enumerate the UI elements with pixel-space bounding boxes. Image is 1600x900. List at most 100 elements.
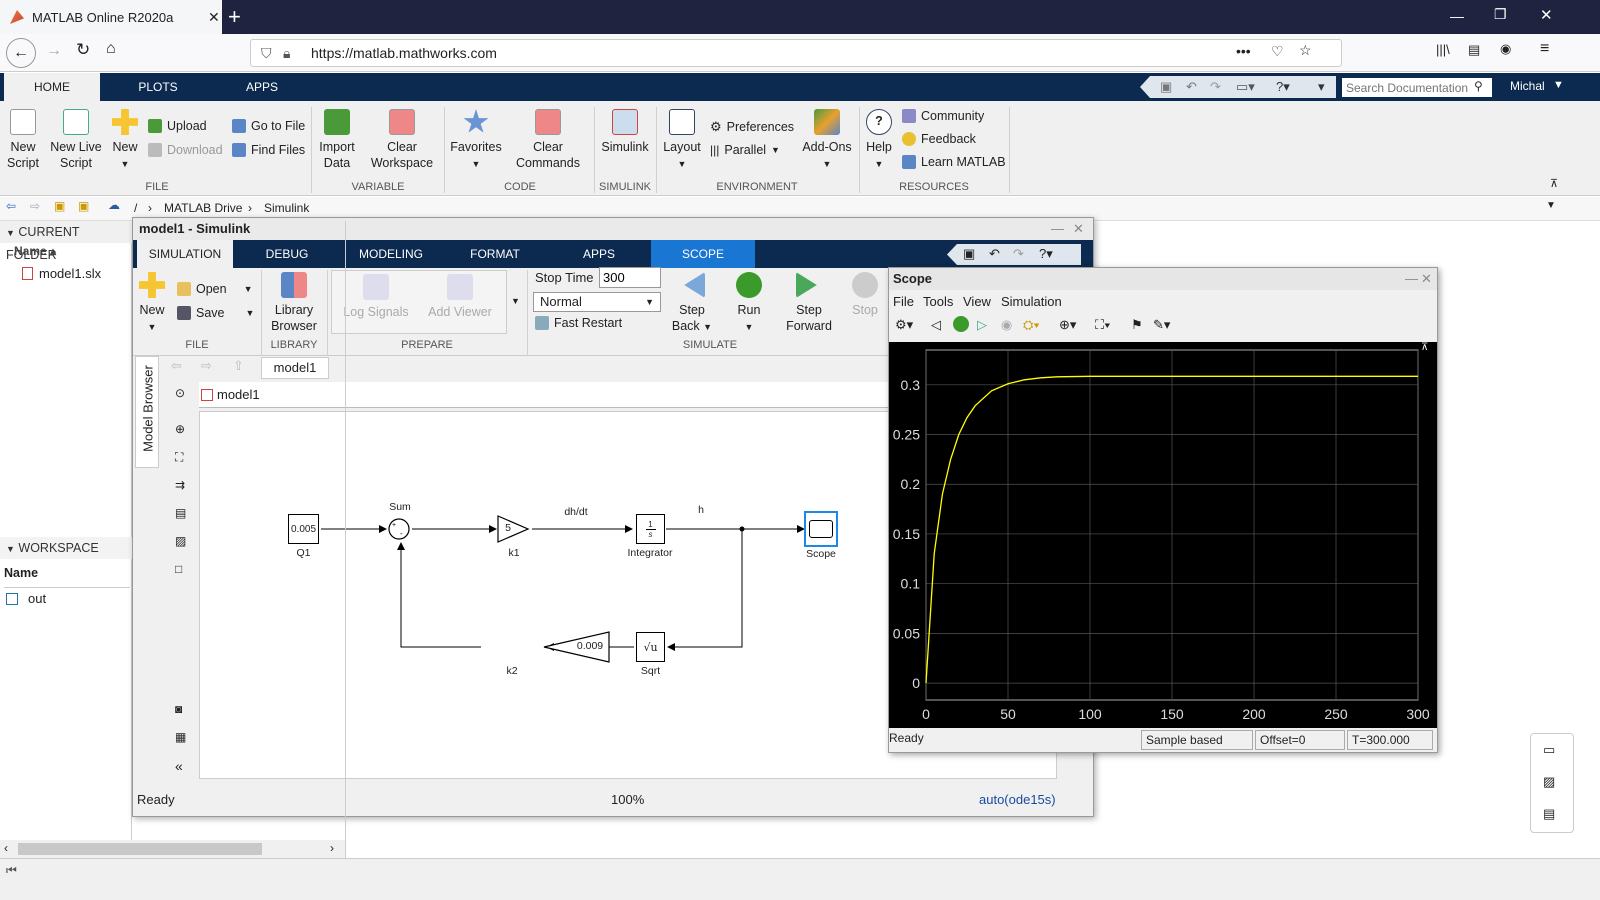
tab-home[interactable]: HOME xyxy=(4,73,100,101)
menu-file[interactable]: File xyxy=(893,294,914,309)
community-button[interactable]: Community xyxy=(902,109,984,123)
help-icon[interactable]: ?▾ xyxy=(1276,79,1290,95)
hide-show-explorer-icon[interactable]: ⊙ xyxy=(175,386,185,400)
path-matlab-drive[interactable]: MATLAB Drive xyxy=(164,201,242,215)
workspace-header[interactable]: ▼ WORKSPACE xyxy=(0,537,132,559)
menu-icon[interactable]: ≡ xyxy=(1540,40,1549,58)
forward-arrow-icon[interactable]: ⇨ xyxy=(30,199,40,213)
add-ons-button[interactable]: Add-Ons ▼ xyxy=(800,109,854,172)
sidebar-icon[interactable]: ▤ xyxy=(1468,42,1480,58)
undock-icon[interactable]: ⊼ xyxy=(1421,342,1428,353)
property-inspector-icon[interactable]: ▦ xyxy=(175,730,186,744)
download-button[interactable]: Download xyxy=(148,143,223,157)
name-column-header[interactable]: Name ▴ xyxy=(14,244,56,258)
back-icon[interactable]: ← xyxy=(6,38,36,68)
minimize-icon[interactable]: — xyxy=(1405,268,1418,290)
redo-icon[interactable]: ↷ xyxy=(1013,246,1024,262)
autoscale-icon[interactable]: ⛶▾ xyxy=(1095,317,1110,333)
close-icon[interactable]: ✕ xyxy=(1073,218,1084,240)
model-path[interactable]: model1 xyxy=(217,387,260,402)
tab-close-icon[interactable]: ✕ xyxy=(208,9,220,26)
scope-plot[interactable]: 0 50 100 150 200 250 300 0 0.05 0.1 0.15 0.2 0.25 0.3… xyxy=(889,342,1437,728)
k2-value[interactable]: 0.009 xyxy=(570,640,610,652)
gallery-expand-icon[interactable]: ▼ xyxy=(511,296,520,306)
undo-icon[interactable]: ↶ xyxy=(989,246,1000,262)
layout-panel-icon[interactable]: ▤ xyxy=(1543,806,1555,822)
annotation-icon[interactable]: ▤ xyxy=(175,506,186,520)
collapse-ribbon-icon[interactable]: ⊼ xyxy=(1550,177,1558,190)
new-button[interactable]: New ▼ xyxy=(110,109,140,172)
path-simulink[interactable]: Simulink xyxy=(264,201,309,215)
sqrt-block[interactable]: √u xyxy=(636,632,665,662)
close-icon[interactable]: ✕ xyxy=(1421,268,1432,290)
layout-button[interactable]: Layout ▼ xyxy=(660,109,704,172)
preferences-button[interactable]: ⚙ Preferences xyxy=(710,119,794,135)
save-button[interactable]: Save ▼ xyxy=(177,306,254,320)
new-model-button[interactable]: New ▼ xyxy=(137,272,167,335)
workspace-var-item[interactable]: out xyxy=(6,591,46,606)
reload-icon[interactable]: ↻ xyxy=(76,40,90,60)
area-icon[interactable]: □ xyxy=(175,562,182,576)
menu-view[interactable]: View xyxy=(963,294,991,309)
scroll-left-icon[interactable]: ‹ xyxy=(4,841,8,855)
save-icon[interactable]: ▣ xyxy=(963,246,975,262)
search-icon[interactable]: ⚲ xyxy=(1474,79,1483,93)
url-input[interactable]: ⛉ 🔒︎ https://matlab.mathworks.com ••• ♡ … xyxy=(250,39,1342,67)
browse-folder-icon[interactable]: ▣ xyxy=(78,199,89,213)
scroll-thumb[interactable] xyxy=(18,843,262,855)
status-solver[interactable]: auto(ode15s) xyxy=(979,786,1056,814)
search-documentation-input[interactable] xyxy=(1342,78,1492,97)
fit-to-view-icon[interactable]: ⛶ xyxy=(175,450,183,465)
menu-simulation[interactable]: Simulation xyxy=(1001,294,1062,309)
learn-matlab-button[interactable]: Learn MATLAB xyxy=(902,155,1006,169)
scroll-right-icon[interactable]: › xyxy=(330,841,334,855)
editor-icon[interactable]: ▨ xyxy=(1543,774,1555,790)
horizontal-scrollbar[interactable]: ‹ › xyxy=(0,840,345,858)
current-folder-header[interactable]: ▼ CURRENT FOLDER xyxy=(0,221,132,262)
clear-workspace-button[interactable]: Clear Workspace xyxy=(362,109,442,171)
arrow-icon[interactable]: ⇉ xyxy=(175,478,185,492)
upload-button[interactable]: Upload xyxy=(148,119,207,133)
import-data-button[interactable]: Import Data xyxy=(316,109,358,171)
tab-plots[interactable]: PLOTS xyxy=(110,73,206,101)
tab-apps[interactable]: APPS xyxy=(547,240,651,268)
tab-apps[interactable]: APPS xyxy=(214,73,310,101)
home-icon[interactable]: ⌂ xyxy=(106,40,116,58)
collapse-icon[interactable]: « xyxy=(175,758,183,774)
triggers-icon[interactable]: ⚑ xyxy=(1131,317,1143,333)
feedback-button[interactable]: Feedback xyxy=(902,132,976,146)
tab-debug[interactable]: DEBUG xyxy=(237,240,337,268)
new-tab-button[interactable]: + xyxy=(228,4,241,30)
back-arrow-icon[interactable]: ⇦ xyxy=(6,199,16,213)
stop-time-input[interactable] xyxy=(599,267,661,288)
help-icon[interactable]: ?▾ xyxy=(1039,246,1053,262)
integrator-block[interactable]: 1s xyxy=(636,514,665,544)
image-icon[interactable]: ▨ xyxy=(175,534,186,548)
path-root[interactable]: / xyxy=(134,201,137,215)
page-actions-icon[interactable]: ••• xyxy=(1236,43,1251,59)
fast-restart-button[interactable]: Fast Restart xyxy=(535,316,622,330)
switch-windows-icon[interactable]: ▭▾ xyxy=(1236,79,1255,95)
status-start-icon[interactable]: ⏮ xyxy=(6,863,17,878)
restore-icon[interactable]: ❐ xyxy=(1494,6,1507,23)
collapse-icon[interactable]: ▾ xyxy=(1318,79,1325,95)
save-icon[interactable]: ▣ xyxy=(1160,79,1172,95)
step-back-icon[interactable]: ◁ xyxy=(931,317,941,333)
menu-tools[interactable]: Tools xyxy=(923,294,953,309)
tab-modeling[interactable]: MODELING xyxy=(339,240,443,268)
stop-icon[interactable]: ◉ xyxy=(1001,317,1012,333)
redo-icon[interactable]: ↷ xyxy=(1210,79,1221,95)
clear-commands-button[interactable]: Clear Commands xyxy=(508,109,588,171)
camera-icon[interactable]: ◙ xyxy=(175,702,182,716)
step-forward-button[interactable]: Step Forward xyxy=(783,272,835,334)
minimize-icon[interactable]: — xyxy=(1450,8,1464,24)
tab-simulation[interactable]: SIMULATION xyxy=(137,240,233,268)
new-live-script-button[interactable]: New Live Script xyxy=(48,109,104,171)
zoom-icon[interactable]: ⊕ xyxy=(175,422,185,436)
workspace-name-column[interactable]: Name xyxy=(4,566,130,588)
settings-gear-icon[interactable]: ⚙▾ xyxy=(895,317,913,333)
new-script-button[interactable]: New Script xyxy=(4,109,42,171)
k1-value[interactable]: 5 xyxy=(501,522,515,534)
user-chevron-down-icon[interactable]: ▼ xyxy=(1553,79,1564,91)
measurements-icon[interactable]: ✎▾ xyxy=(1153,317,1170,333)
